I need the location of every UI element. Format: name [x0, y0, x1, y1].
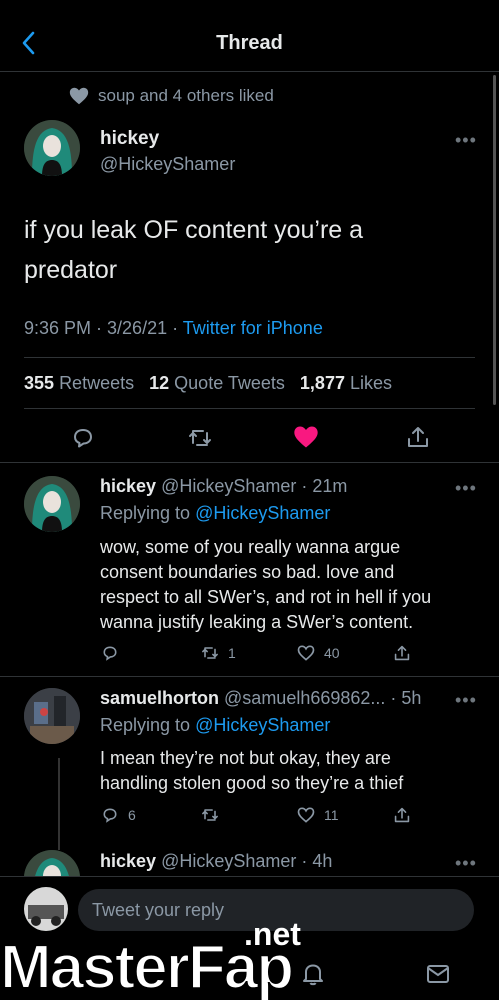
share-icon[interactable] — [404, 423, 432, 451]
reply-count: 6 — [128, 807, 136, 823]
divider — [0, 462, 499, 463]
retweet-count: 1 — [228, 645, 236, 661]
avatar[interactable] — [24, 476, 80, 532]
retweets-stat[interactable]: 355 Retweets — [24, 373, 134, 393]
liked-by-text: soup and 4 others liked — [98, 86, 274, 105]
tweet-meta: 9:36 PM · 3/26/21 · Twitter for iPhone — [24, 318, 323, 339]
tweet-action-bar — [0, 420, 499, 460]
avatar[interactable] — [24, 688, 80, 744]
divider — [24, 357, 475, 358]
reply-action-like[interactable]: 11 — [296, 805, 339, 825]
reply-handle-time: @HickeyShamer · 4h — [161, 851, 333, 871]
heart-outline-icon — [297, 807, 315, 823]
thread-connector-line — [58, 758, 60, 850]
divider — [0, 676, 499, 677]
replying-to: Replying to @HickeyShamer — [100, 715, 331, 735]
reply-handle-time: @samuelh669862... · 5h — [224, 688, 422, 708]
author-handle[interactable]: @HickeyShamer — [100, 154, 235, 175]
tweet-text: if you leak OF content you’re a predator — [24, 210, 464, 290]
reply-action-retweet[interactable] — [200, 805, 220, 825]
avatar[interactable] — [24, 120, 80, 176]
heart-icon — [69, 87, 89, 105]
thread-header: Thread — [0, 0, 499, 72]
reply-text: I mean they’re not but okay, they are ha… — [100, 748, 404, 793]
reply-header: samuelhorton @samuelh669862... · 5h — [100, 688, 421, 709]
reply-action-share[interactable] — [392, 805, 412, 825]
retweet-icon — [202, 809, 218, 821]
replying-to: Replying to @HickeyShamer — [100, 503, 331, 523]
reply-action-reply[interactable] — [100, 643, 120, 663]
watermark: .net MasterFap — [0, 910, 330, 1000]
page-title: Thread — [216, 32, 283, 54]
share-icon — [394, 645, 410, 661]
tweet-stats: 355 Retweets 12 Quote Tweets 1,877 Likes — [24, 373, 392, 394]
retweet-icon[interactable] — [186, 424, 214, 452]
tweet-client-link[interactable]: Twitter for iPhone — [183, 318, 323, 338]
messages-icon[interactable] — [425, 961, 451, 987]
reply-icon — [103, 808, 117, 823]
reply-author-name[interactable]: hickey — [100, 851, 156, 871]
retweet-icon — [202, 647, 218, 659]
share-icon — [394, 807, 410, 823]
social-context[interactable]: soup and 4 others liked — [68, 85, 274, 107]
scrollbar[interactable] — [493, 75, 496, 405]
reply-action-like[interactable]: 40 — [296, 643, 340, 663]
reply-icon[interactable] — [69, 424, 97, 452]
likes-stat[interactable]: 1,877 Likes — [300, 373, 392, 393]
reply-text: wow, some of you really wanna argue cons… — [100, 537, 432, 632]
tweet-text-line: if you leak OF content you’re a — [24, 216, 364, 244]
author-name[interactable]: hickey — [100, 128, 159, 150]
watermark-logo: MasterFap — [0, 932, 295, 1000]
replying-to-link[interactable]: @HickeyShamer — [195, 715, 330, 735]
more-options-icon[interactable]: ••• — [455, 853, 477, 874]
profile-photo — [24, 476, 80, 532]
tweet-timestamp: 9:36 PM · 3/26/21 · — [24, 318, 183, 338]
reply-header: hickey @HickeyShamer · 21m — [100, 476, 347, 497]
quote-tweets-stat[interactable]: 12 Quote Tweets — [149, 373, 285, 393]
like-count: 40 — [324, 645, 340, 661]
more-options-icon[interactable]: ••• — [455, 130, 477, 151]
reply-action-retweet[interactable]: 1 — [200, 643, 236, 663]
like-icon[interactable] — [292, 423, 320, 451]
profile-photo — [24, 120, 80, 176]
like-count: 11 — [324, 807, 339, 823]
reply-action-share[interactable] — [392, 643, 412, 663]
divider — [24, 408, 475, 409]
reply-action-reply[interactable]: 6 — [100, 805, 136, 825]
reply-icon — [103, 646, 117, 661]
profile-photo — [24, 688, 80, 744]
reply-author-name[interactable]: samuelhorton — [100, 688, 219, 708]
reply-author-name[interactable]: hickey — [100, 476, 156, 496]
more-options-icon[interactable]: ••• — [455, 478, 477, 499]
tweet-text-line: predator — [24, 256, 118, 284]
reply-handle-time: @HickeyShamer · 21m — [161, 476, 348, 496]
replying-to-link[interactable]: @HickeyShamer — [195, 503, 330, 523]
reply-header: hickey @HickeyShamer · 4h — [100, 851, 332, 872]
heart-outline-icon — [297, 645, 315, 661]
more-options-icon[interactable]: ••• — [455, 690, 477, 711]
